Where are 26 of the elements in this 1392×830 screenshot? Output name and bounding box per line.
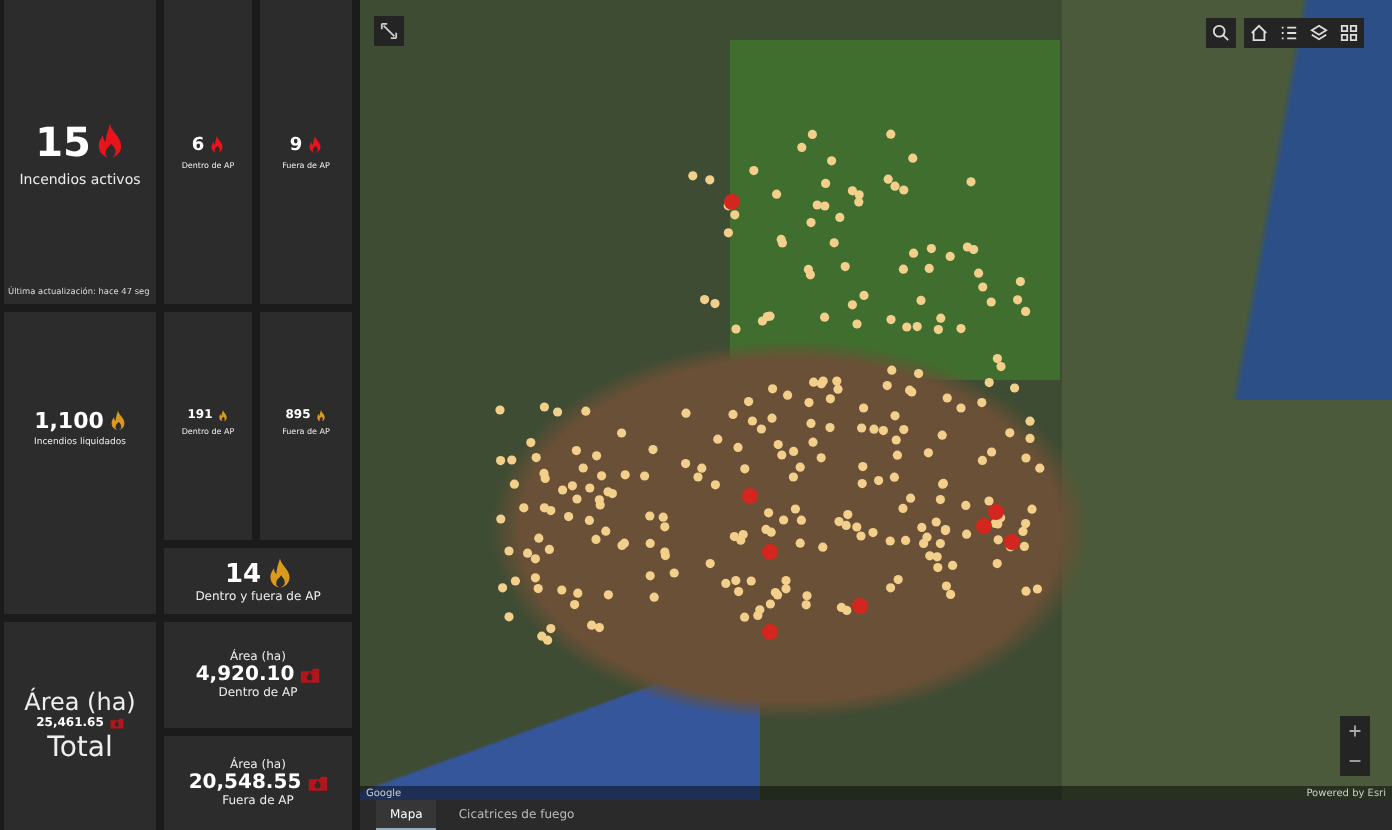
flame-icon — [267, 558, 292, 590]
flame-icon — [210, 136, 225, 154]
stat-value: 20,548.55 — [188, 772, 302, 794]
burned-area-icon — [109, 716, 124, 730]
burned-area-icon — [300, 666, 321, 684]
stat-value: 9 — [289, 135, 303, 155]
flame-icon — [308, 136, 323, 154]
flame-icon — [218, 409, 229, 421]
stat-value: 15 — [35, 117, 91, 165]
list-icon — [1280, 24, 1298, 42]
home-icon — [1250, 24, 1268, 42]
stat-label: Total — [47, 732, 113, 764]
expand-icon — [380, 22, 398, 40]
stat-heading: Área (ha) — [24, 688, 136, 716]
grid-icon — [1340, 24, 1358, 42]
stat-value: 14 — [224, 559, 262, 589]
layers-icon — [1310, 24, 1328, 42]
flame-icon — [96, 121, 125, 161]
burned-area-icon — [307, 774, 328, 792]
stat-value: 6 — [191, 135, 205, 155]
stat-value: 1,100 — [34, 407, 104, 433]
stat-value: 4,920.10 — [195, 664, 295, 686]
plus-icon — [1346, 722, 1364, 740]
flame-icon — [316, 409, 327, 421]
search-icon — [1212, 24, 1230, 42]
flame-icon — [109, 409, 126, 431]
